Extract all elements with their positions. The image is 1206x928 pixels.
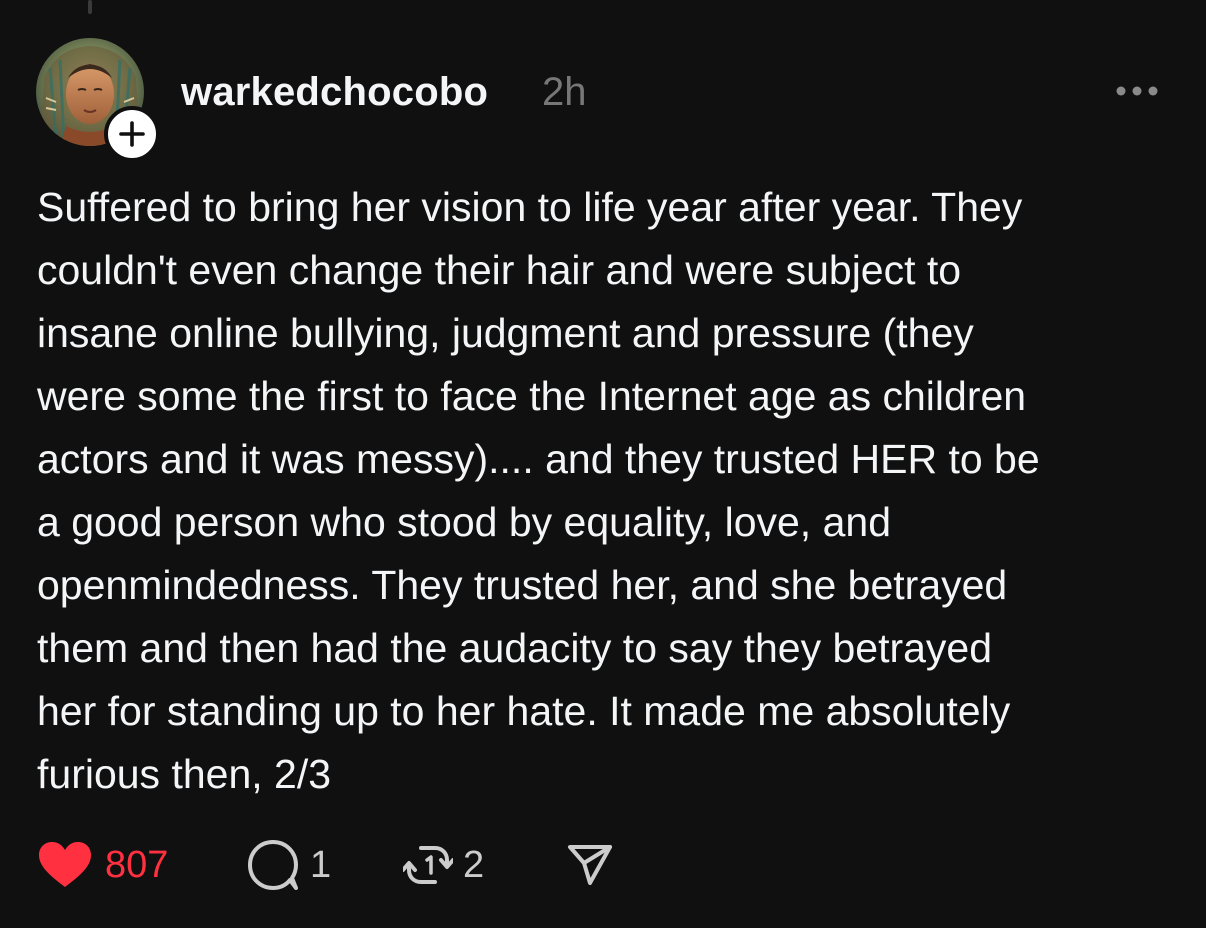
comment-bubble-icon [248,840,298,890]
post-text-line: insane online bullying, judgment and pre… [37,310,974,356]
post-text-line: furious then, 2/3 [37,751,332,797]
post-text-line: couldn't even change their hair and were… [37,247,962,293]
share-button[interactable] [566,830,614,900]
post-body-text: Suffered to bring her vision to life yea… [37,176,1172,806]
thread-connector-line [88,0,92,14]
send-paper-plane-icon [568,845,612,885]
post-text-line: actors and it was messy).... and they tr… [37,436,1040,482]
username[interactable]: warkedchocobo [181,70,488,115]
post-text-line: them and then had the audacity to say th… [37,625,993,671]
reply-count: 1 [310,843,332,886]
post-text-line: her for standing up to her hate. It made… [37,688,1011,734]
reply-button[interactable]: 1 [246,830,331,900]
plus-icon [119,121,145,147]
post-text-line: a good person who stood by equality, lov… [37,499,891,545]
post-text-line: openmindedness. They trusted her, and sh… [37,562,1008,608]
post-text-line: Suffered to bring her vision to life yea… [37,184,1023,230]
post-action-bar: 807 1 2 [0,830,1206,900]
follow-button[interactable] [104,106,160,162]
heart-icon [39,842,91,887]
post-timestamp: 2h [542,70,587,114]
like-button[interactable]: 807 [37,830,168,900]
repost-count: 2 [463,843,485,886]
like-count: 807 [105,843,169,886]
more-options-button[interactable] [1112,76,1162,106]
more-dots-icon [1116,86,1158,96]
repost-arrows-icon [403,846,453,884]
repost-button[interactable]: 2 [403,830,484,900]
author-avatar-group[interactable] [36,38,160,162]
post-text-line: were some the first to face the Internet… [37,373,1027,419]
